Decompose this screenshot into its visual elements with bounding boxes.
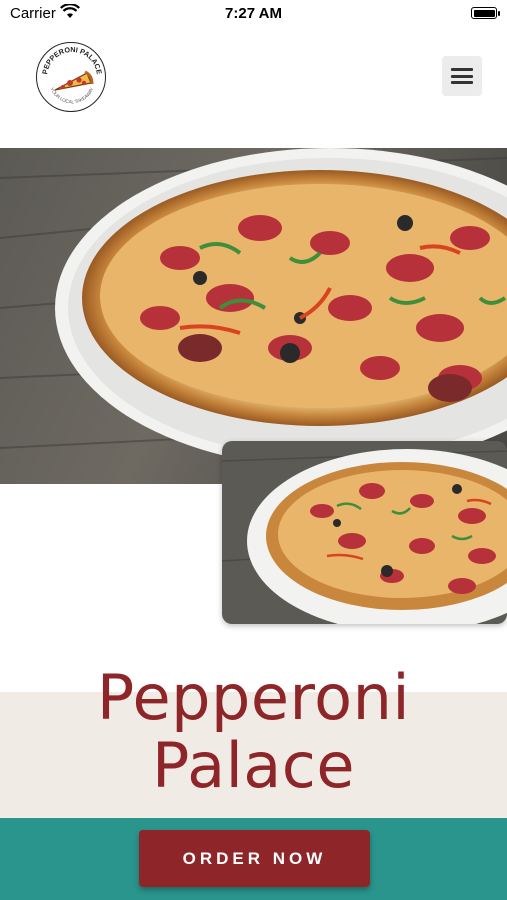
logo-name-text: PEPPERONI PALACE (40, 45, 104, 75)
title-line-1: Pepperoni (96, 661, 411, 734)
inset-image (222, 441, 507, 624)
battery-icon (471, 7, 500, 19)
hamburger-menu-icon (451, 68, 473, 84)
hero-image (0, 148, 507, 484)
logo[interactable]: PEPPERONI PALACE YOUR LOCAL TAKEAWAY (36, 42, 106, 112)
page-title: Pepperoni Palace (0, 664, 507, 800)
clock-time: 7:27 AM (225, 5, 282, 22)
pizza-slice-icon: PEPPERONI PALACE YOUR LOCAL TAKEAWAY (40, 45, 104, 104)
status-bar: Carrier 7:27 AM (0, 0, 507, 28)
order-now-button[interactable]: ORDER NOW (139, 830, 370, 887)
menu-button[interactable] (442, 56, 482, 96)
title-line-2: Palace (151, 729, 356, 802)
